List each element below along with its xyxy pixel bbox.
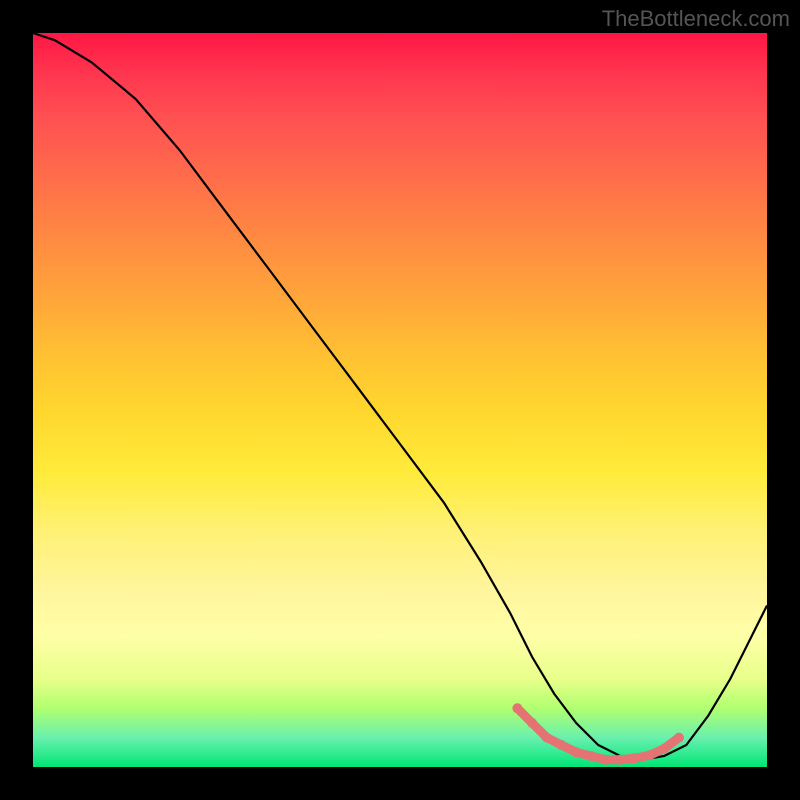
marker-dot (571, 747, 581, 757)
marker-dot (674, 733, 684, 743)
marker-dot (557, 740, 567, 750)
marker-dot (630, 753, 640, 763)
marker-dot (512, 703, 522, 713)
optimal-markers (512, 703, 684, 764)
watermark-text: TheBottleneck.com (602, 6, 790, 32)
marker-dot (601, 755, 611, 765)
chart-plot-area (33, 33, 767, 767)
marker-dot (586, 751, 596, 761)
marker-dot (542, 733, 552, 743)
curve-path (33, 33, 767, 760)
marker-dot (615, 755, 625, 765)
bottleneck-chart (33, 33, 767, 767)
marker-dot (659, 744, 669, 754)
marker-connector (517, 708, 679, 759)
marker-dot (527, 718, 537, 728)
marker-dot (645, 750, 655, 760)
